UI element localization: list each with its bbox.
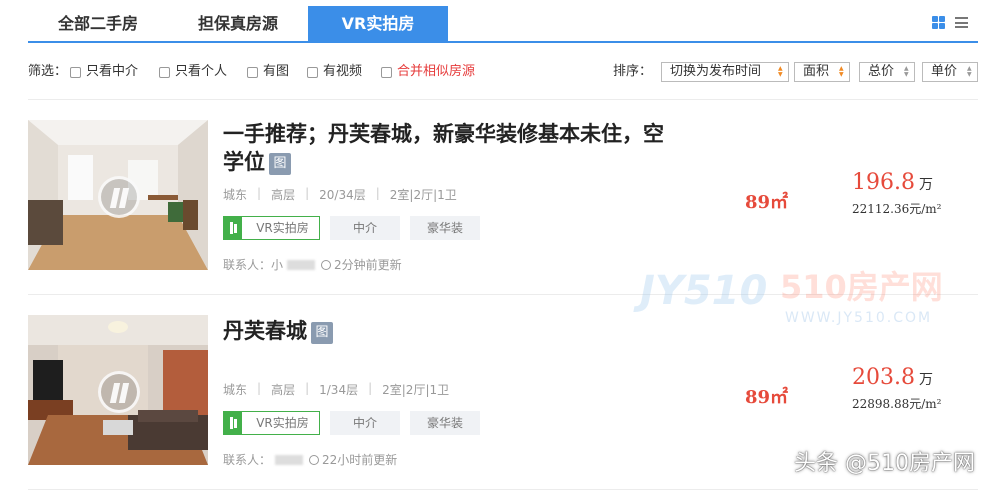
listing-price: 203.8 万: [852, 365, 933, 390]
list-view-icon[interactable]: [955, 16, 968, 29]
divider: [28, 294, 978, 295]
listing-meta: 城东 | 高层 | 20/34层 | 2室|2厅|1卫: [223, 186, 457, 202]
tag-vr: VR实拍房: [223, 216, 320, 240]
vr-play-icon[interactable]: [98, 371, 140, 413]
sort-by-total-price[interactable]: 总价 ▲ ▼: [859, 62, 915, 82]
checkbox[interactable]: [159, 66, 170, 78]
tab-all-second-hand[interactable]: 全部二手房: [28, 6, 168, 42]
tab-guaranteed-listings[interactable]: 担保真房源: [168, 6, 308, 42]
sort-arrows-icon: ▲ ▼: [778, 65, 783, 78]
listing-unit-price: 22898.88元/m²: [852, 397, 942, 411]
listing-area: 89㎡: [745, 387, 789, 408]
sort-by-unit-price[interactable]: 单价 ▲ ▼: [922, 62, 978, 82]
tag-agent: 中介: [330, 216, 400, 240]
filter-has-video[interactable]: 有视频: [307, 60, 362, 84]
listing-meta: 城东 | 高层 | 1/34层 | 2室|2厅|1卫: [223, 381, 450, 397]
listing-card[interactable]: 丹芙春城图 城东 | 高层 | 1/34层 | 2室|2厅|1卫 VR实拍房 中介 豪…: [28, 315, 978, 467]
tag-vr: VR实拍房: [223, 411, 320, 435]
picture-badge: 图: [311, 322, 333, 344]
filter-merge-similar[interactable]: 合并相似房源: [381, 60, 475, 84]
redacted-name: [275, 454, 304, 465]
tab-bar: 全部二手房 担保真房源 VR实拍房: [28, 6, 978, 43]
sort-label: 排序：: [613, 64, 653, 79]
sort-arrows-icon: ▲ ▼: [904, 65, 909, 78]
listing-tags: VR实拍房 中介 豪华装: [223, 411, 480, 435]
vr-tag-icon: [224, 217, 242, 239]
vr-tag-icon: [224, 412, 242, 434]
sort-by-publish-time[interactable]: 切换为发布时间 ▲ ▼: [661, 62, 789, 82]
sort-arrows-icon: ▲ ▼: [839, 65, 844, 78]
tag-luxury: 豪华装: [410, 411, 480, 435]
divider: [28, 489, 978, 490]
listing-contact: 联系人： 22小时前更新: [223, 453, 398, 467]
redacted-name: [287, 259, 316, 270]
filter-individual-only[interactable]: 只看个人: [159, 60, 227, 84]
watermark-logo: JY510: [640, 268, 768, 314]
listing-title[interactable]: 一手推荐；丹芙春城，新豪华装修基本未住，空 学位图: [223, 120, 703, 176]
listing-title[interactable]: 丹芙春城图: [223, 317, 703, 345]
checkbox[interactable]: [70, 66, 81, 78]
grid-view-icon[interactable]: [932, 16, 945, 29]
view-toggle: [932, 16, 968, 29]
filter-has-photo[interactable]: 有图: [247, 60, 289, 84]
corner-watermark: 头条 @510房产网: [794, 451, 975, 476]
filter-bar: 筛选： 只看中介 只看个人 有图 有视频 合并相似房源 排序： 切换为发布时间 …: [28, 60, 978, 84]
sort-arrows-icon: ▲ ▼: [967, 65, 972, 78]
clock-icon: [309, 454, 320, 465]
sort-by-area[interactable]: 面积 ▲ ▼: [794, 62, 850, 82]
tag-agent: 中介: [330, 411, 400, 435]
checkbox[interactable]: [247, 66, 258, 78]
checkbox[interactable]: [307, 66, 318, 78]
listing-photo[interactable]: [28, 120, 208, 270]
tab-vr-listings[interactable]: VR实拍房: [308, 6, 448, 42]
divider: [28, 99, 978, 100]
tag-luxury: 豪华装: [410, 216, 480, 240]
listing-price: 196.8 万: [852, 170, 933, 195]
checkbox[interactable]: [381, 66, 392, 78]
listing-card[interactable]: 一手推荐；丹芙春城，新豪华装修基本未住，空 学位图 城东 | 高层 | 20/34层…: [28, 120, 978, 272]
listing-contact: 联系人： 小 2分钟前更新: [223, 258, 402, 272]
clock-icon: [321, 259, 332, 270]
filter-agent-only[interactable]: 只看中介: [70, 60, 138, 84]
listing-unit-price: 22112.36元/m²: [852, 202, 942, 216]
filter-label: 筛选：: [28, 64, 68, 79]
listing-tags: VR实拍房 中介 豪华装: [223, 216, 480, 240]
listing-page: 全部二手房 担保真房源 VR实拍房 筛选： 只看中介 只看个人 有图 有视频 合…: [0, 0, 989, 491]
vr-play-icon[interactable]: [98, 176, 140, 218]
picture-badge: 图: [269, 153, 291, 175]
listing-photo[interactable]: [28, 315, 208, 465]
listing-area: 89㎡: [745, 192, 789, 213]
